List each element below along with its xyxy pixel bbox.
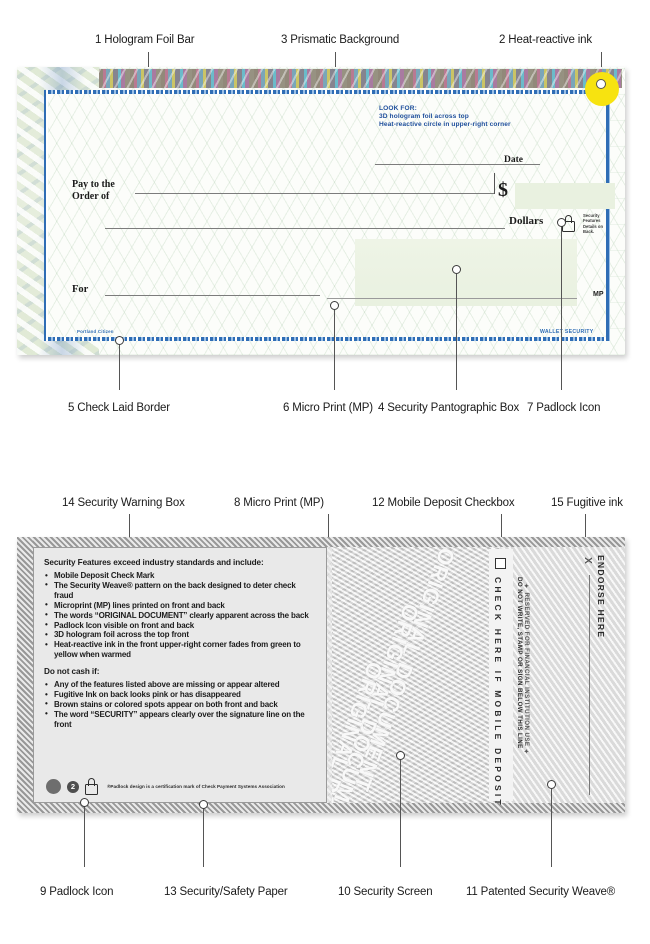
callout-label-11: 11 Patented Security Weave®: [466, 886, 616, 898]
mobile-deposit-label: CHECK HERE IF MOBILE DEPOSIT: [493, 577, 503, 808]
callout-leader-9: [84, 807, 85, 867]
callout-dot-6: [330, 301, 339, 310]
look-for-line-2: Heat-reactive circle in upper-right corn…: [379, 121, 511, 129]
feature-item: Padlock Icon visible on front and back: [44, 620, 316, 631]
pay-to-line-1: Pay to the: [72, 179, 115, 190]
look-for-title: LOOK FOR:: [379, 105, 417, 112]
padlock-certification-note: ®Padlock design is a certification mark …: [107, 784, 285, 789]
endorse-x-mark: X: [581, 557, 593, 564]
callout-label-8: 8 Micro Print (MP): [234, 497, 324, 509]
do-not-cash-list: Any of the features listed above are mis…: [44, 680, 316, 730]
feature-item: Mobile Deposit Check Mark: [44, 571, 316, 581]
payee-line-end-tick: [494, 173, 495, 194]
callout-label-9: 9 Padlock Icon: [40, 886, 114, 898]
check-back: Security Features exceed industry standa…: [17, 537, 625, 813]
safety-paper-edge-top: [17, 537, 625, 547]
amount-words-line: [105, 228, 505, 229]
do-not-cash-item: Any of the features listed above are mis…: [44, 680, 316, 690]
padlock-body: [85, 784, 98, 795]
callout-leader-4: [456, 274, 457, 390]
dollars-label: Dollars: [509, 215, 544, 227]
callout-dot-13: [199, 800, 208, 809]
feature-item: Microprint (MP) lines printed on front a…: [44, 600, 316, 611]
callout-leader-13: [203, 809, 204, 867]
callout-label-2: 2 Heat-reactive ink: [499, 34, 593, 46]
amount-box: [515, 183, 615, 209]
safety-paper-edge-left: [17, 537, 33, 813]
endorse-here-label: ENDORSE HERE: [596, 555, 606, 639]
endorsement-signature-line: [589, 575, 590, 795]
callout-dot-10: [396, 751, 405, 760]
callout-label-5: 5 Check Laid Border: [68, 402, 170, 414]
callout-leader-10: [400, 760, 401, 867]
feature-item: The Security Weave® pattern on the back …: [44, 580, 316, 601]
pay-to-the-order-of-label: Pay to the Order of: [72, 179, 115, 202]
callout-label-10: 10 Security Screen: [338, 886, 433, 898]
do-not-write-line-2: ✦ RESERVED FOR FINANCIAL INSTITUTION USE…: [523, 583, 530, 756]
do-not-cash-heading: Do not cash if:: [44, 667, 100, 677]
callout-dot-2: [596, 79, 606, 89]
warning-heading: Security Features exceed industry standa…: [44, 558, 264, 567]
diagram-canvas: 1 Hologram Foil Bar 3 Prismatic Backgrou…: [0, 0, 650, 944]
callout-dot-4: [452, 265, 461, 274]
callout-leader-6: [334, 310, 335, 390]
dollar-sign: $: [498, 179, 508, 201]
pay-to-line-2: Order of: [72, 190, 110, 202]
look-for-block: LOOK FOR: 3D hologram foil across top He…: [379, 105, 511, 130]
do-not-cash-item: The word “SECURITY” appears clearly over…: [44, 709, 316, 730]
callout-label-7: 7 Padlock Icon: [527, 402, 601, 414]
callout-leader-11: [551, 789, 552, 867]
hologram-foil-bar: [99, 69, 622, 88]
check-front: LOOK FOR: 3D hologram foil across top He…: [17, 67, 625, 355]
security-warning-box: Security Features exceed industry standa…: [33, 547, 327, 803]
callout-label-1: 1 Hologram Foil Bar: [95, 34, 195, 46]
for-label: For: [72, 284, 89, 295]
payee-line: [135, 193, 495, 194]
signature-microprint-line: [327, 298, 577, 299]
microprint-bottom-right: WALLET SECURITY: [540, 329, 594, 335]
micro-print-mark-front: MP: [593, 291, 604, 298]
callout-dot-7: [557, 218, 566, 227]
padlock-icon-back: [85, 778, 98, 795]
date-label: Date: [504, 155, 523, 165]
callout-label-4: 4 Security Pantographic Box: [378, 402, 520, 414]
callout-label-3: 3 Prismatic Background: [281, 34, 400, 46]
security-pantographic-box: [355, 239, 577, 306]
feature-item: Heat-reactive ink in the front upper-rig…: [44, 640, 316, 660]
callout-label-15: 15 Fugitive ink: [551, 497, 623, 509]
callout-leader-7: [561, 227, 562, 390]
look-for-line-1: 3D hologram foil across top: [379, 113, 469, 121]
security-features-note: Security Features Details on Back.: [583, 213, 604, 235]
security-screen: ORIGINAL DOCUMENT ORIGINAL DOCUMENT ORIG…: [332, 547, 500, 803]
badge-number: 2: [67, 780, 79, 793]
callout-label-12: 12 Mobile Deposit Checkbox: [372, 497, 515, 509]
heat-reactive-ink-circle: [585, 72, 619, 106]
feature-item: 3D hologram foil across the top front: [44, 630, 316, 640]
security-features-list: Mobile Deposit Check Mark The Security W…: [44, 571, 316, 660]
feature-item: The words “ORIGINAL DOCUMENT” clearly ap…: [44, 610, 316, 621]
callout-label-6: 6 Micro Print (MP): [283, 402, 373, 414]
microprint-bottom-left: Portland Citizen: [77, 329, 114, 334]
warning-box-footer: 2 ®Padlock design is a certification mar…: [46, 778, 285, 795]
callout-dot-9: [80, 798, 89, 807]
callout-leader-5: [119, 345, 120, 390]
mobile-deposit-checkbox[interactable]: [495, 558, 506, 569]
do-not-write-line-1: DO NOT WRITE, STAMP OR SIGN BELOW THIS L…: [516, 577, 523, 749]
callout-label-13: 13 Security/Safety Paper: [164, 886, 288, 898]
callout-dot-11: [547, 780, 556, 789]
callout-label-14: 14 Security Warning Box: [62, 497, 185, 509]
do-not-cash-item: Brown stains or colored spots appear on …: [44, 699, 316, 710]
callout-dot-5: [115, 336, 124, 345]
memo-line: [105, 295, 320, 296]
safety-paper-edge-bottom: [17, 803, 625, 813]
solid-circle-mark: [46, 779, 61, 794]
do-not-cash-item: Fugitive Ink on back looks pink or has d…: [44, 690, 316, 700]
